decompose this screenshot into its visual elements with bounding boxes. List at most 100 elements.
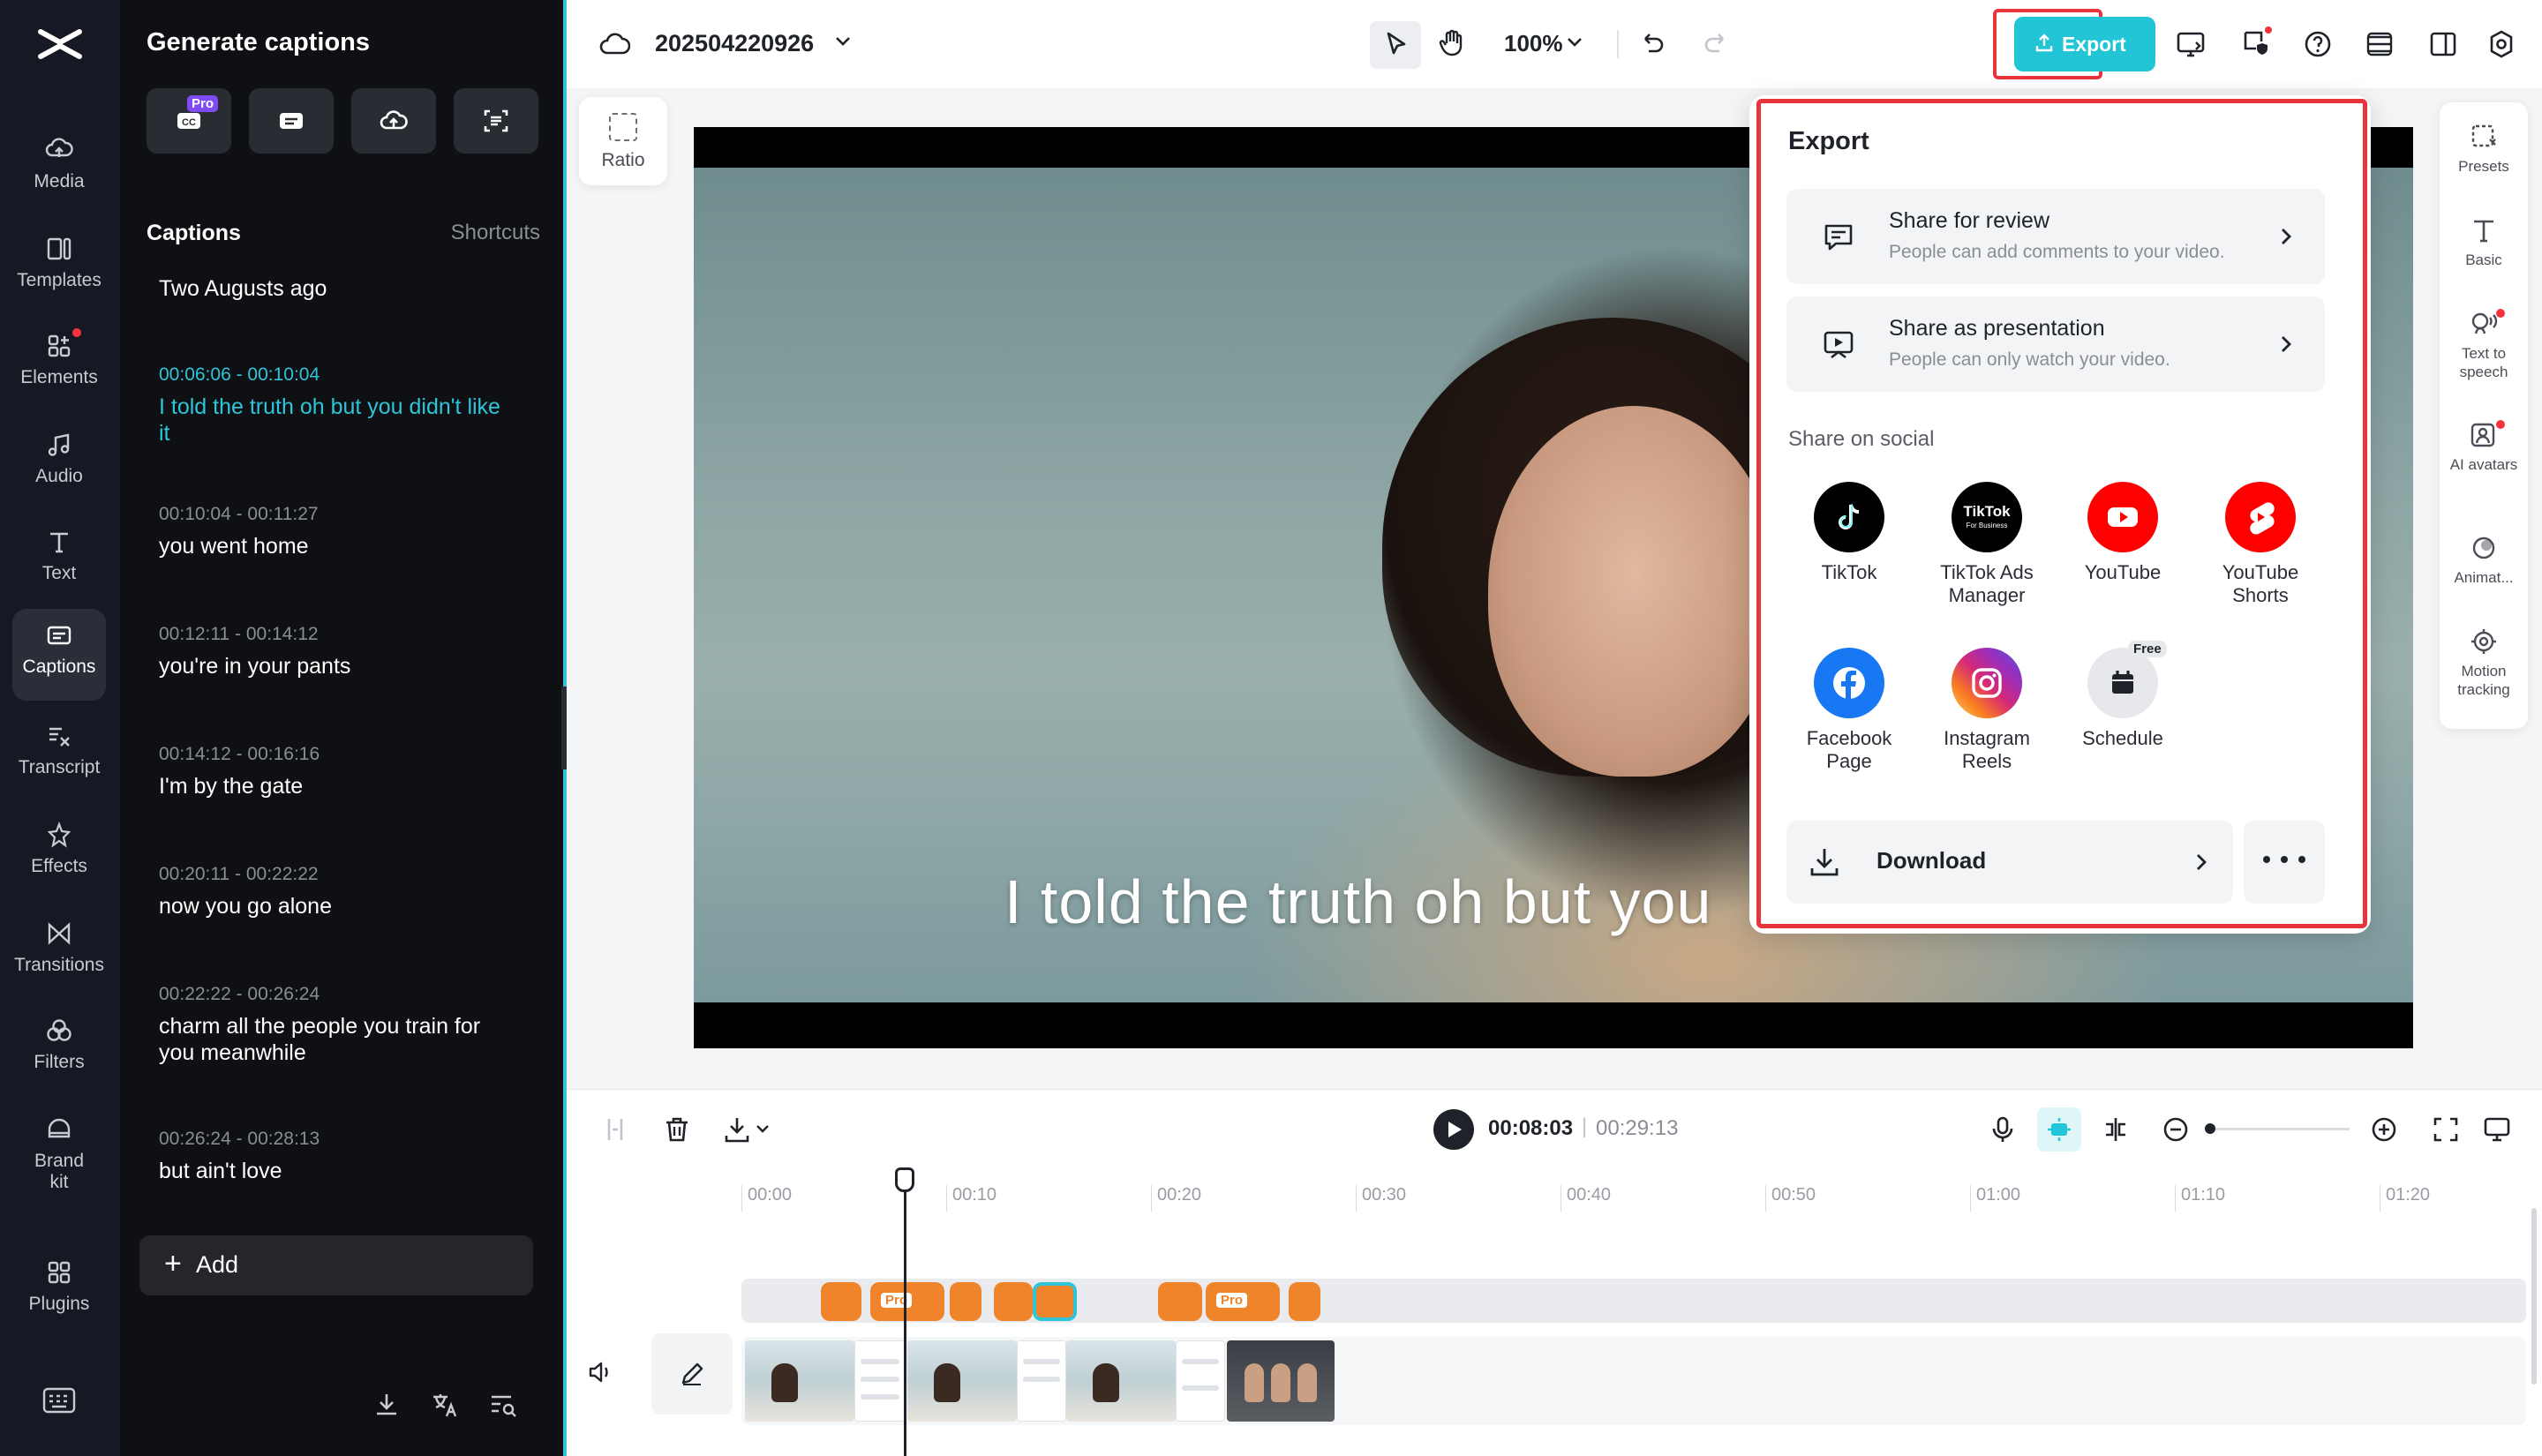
video-subtitle[interactable]: I told the truth oh but you (1004, 867, 1711, 937)
share-for-review-option[interactable]: Share for review People can add comments… (1786, 189, 2325, 284)
zoom-slider-knob[interactable] (2205, 1123, 2215, 1134)
time-ruler[interactable]: 00:00 00:10 00:20 00:30 00:40 00:50 01:0… (567, 1167, 2542, 1220)
rail-item-captions[interactable]: Captions (12, 609, 106, 701)
caption-clip[interactable] (1289, 1282, 1320, 1321)
download-icon[interactable] (371, 1389, 402, 1421)
caption-item-active[interactable]: 00:06:06 - 00:10:04 I told the truth oh … (159, 364, 512, 447)
search-replace-icon[interactable] (487, 1389, 519, 1421)
rail-item-elements[interactable]: Elements (12, 319, 106, 411)
playhead[interactable] (904, 1167, 906, 1456)
rail-item-audio[interactable]: Audio (12, 418, 106, 510)
export-button[interactable]: Export (2014, 17, 2155, 71)
caption-clip[interactable]: Pro (1206, 1282, 1280, 1321)
caption-item[interactable]: 00:14:12 - 00:16:16 I'm by the gate (159, 743, 512, 799)
tool-motion-tracking[interactable]: Motion tracking (2440, 627, 2528, 699)
delete-icon[interactable] (662, 1115, 692, 1145)
shield-check-icon[interactable] (2240, 26, 2272, 58)
caption-clip[interactable] (994, 1282, 1033, 1321)
caption-clip[interactable] (821, 1282, 861, 1321)
undo-icon[interactable] (1636, 28, 1668, 60)
playhead-handle[interactable] (895, 1167, 914, 1192)
tool-presets[interactable]: Presets (2440, 122, 2528, 176)
zoom-chevron-down-icon[interactable] (1564, 32, 1585, 53)
caption-clip[interactable] (950, 1282, 981, 1321)
share-as-presentation-option[interactable]: Share as presentation People can only wa… (1786, 296, 2325, 392)
zoom-out-icon[interactable] (2161, 1115, 2191, 1145)
share-youtube-shorts[interactable]: YouTube Shorts (2194, 482, 2327, 607)
pointer-icon[interactable] (1380, 29, 1412, 61)
track-volume-icon[interactable] (586, 1358, 614, 1386)
rail-item-transitions[interactable]: Transitions (12, 907, 106, 999)
caption-item[interactable]: 00:10:04 - 00:11:27 you went home (159, 503, 512, 559)
rail-item-transcript[interactable]: Transcript (12, 709, 106, 801)
rail-item-templates[interactable]: Templates (12, 222, 106, 314)
hand-icon[interactable] (1437, 27, 1469, 59)
translate-icon[interactable] (429, 1389, 461, 1421)
zoom-level[interactable]: 100% (1504, 30, 1563, 57)
rail-item-brand-kit[interactable]: Brand kit (12, 1103, 106, 1212)
caption-text[interactable]: you went home (159, 533, 512, 559)
caption-text[interactable]: now you go alone (159, 893, 512, 919)
caption-text[interactable]: you're in your pants (159, 653, 512, 679)
caption-item[interactable]: 00:12:11 - 00:14:12 you're in your pants (159, 623, 512, 679)
share-instagram-reels[interactable]: Instagram Reels (1921, 648, 2053, 773)
split-icon[interactable] (600, 1115, 630, 1145)
add-caption-button[interactable]: + Add (139, 1235, 533, 1295)
auto-snap-icon[interactable] (2044, 1115, 2074, 1145)
zoom-in-icon[interactable] (2369, 1115, 2399, 1145)
present-icon[interactable] (2175, 28, 2207, 60)
rail-item-effects[interactable]: Effects (12, 808, 106, 900)
tool-basic[interactable]: Basic (2440, 215, 2528, 269)
upload-captions-button[interactable] (351, 88, 436, 154)
share-tiktok[interactable]: TikTok (1783, 482, 1915, 584)
share-tiktok-ads-manager[interactable]: TikTok For Business TikTok Ads Manager (1921, 482, 2053, 607)
split-screen-icon[interactable] (2101, 1115, 2131, 1145)
tool-text-to-speech[interactable]: Text to speech (2440, 309, 2528, 381)
chevron-down-icon[interactable] (831, 30, 854, 53)
caption-text[interactable]: I told the truth oh but you didn't like … (159, 394, 512, 447)
caption-clip[interactable]: Pro (870, 1282, 944, 1321)
edit-track-button[interactable] (651, 1333, 733, 1415)
caption-item[interactable]: 00:20:11 - 00:22:22 now you go alone (159, 863, 512, 919)
rail-item-media[interactable]: Media (12, 124, 106, 215)
fit-timeline-icon[interactable] (2431, 1115, 2461, 1145)
shortcuts-link[interactable]: Shortcuts (451, 221, 540, 245)
cloud-sync-icon[interactable] (598, 28, 630, 60)
timeline-scrollbar[interactable] (2531, 1208, 2537, 1385)
layers-icon[interactable] (2364, 28, 2395, 60)
manual-captions-button[interactable] (249, 88, 334, 154)
chevron-down-icon[interactable] (754, 1120, 771, 1137)
caption-clip[interactable] (1158, 1282, 1202, 1321)
keyboard-icon[interactable] (42, 1387, 76, 1414)
caption-clip-selected[interactable] (1033, 1282, 1077, 1321)
play-button[interactable] (1433, 1109, 1474, 1150)
redo-icon[interactable] (1700, 28, 1732, 60)
project-name[interactable]: 202504220926 (655, 30, 814, 57)
recognize-captions-button[interactable] (454, 88, 538, 154)
rail-item-filters[interactable]: Filters (12, 1004, 106, 1096)
caption-text[interactable]: Two Augusts ago (159, 275, 512, 302)
tool-ai-avatars[interactable]: AI avatars (2440, 420, 2528, 474)
microphone-icon[interactable] (1988, 1115, 2018, 1145)
caption-text[interactable]: I'm by the gate (159, 773, 512, 799)
zoom-slider-track[interactable] (2208, 1128, 2350, 1130)
panel-layout-icon[interactable] (2427, 28, 2459, 60)
more-options-button[interactable] (2244, 821, 2325, 904)
rail-item-plugins[interactable]: Plugins (12, 1246, 106, 1338)
caption-text[interactable]: but ain't love (159, 1158, 512, 1184)
caption-item[interactable]: 00:26:24 - 00:28:13 but ain't love (159, 1128, 512, 1184)
caption-item[interactable]: 00:22:22 - 00:26:24 charm all the people… (159, 983, 512, 1066)
rail-item-text[interactable]: Text (12, 515, 106, 607)
export-clip-icon[interactable] (722, 1115, 752, 1145)
share-youtube[interactable]: YouTube (2057, 482, 2189, 584)
tool-animation[interactable]: Animat... (2440, 533, 2528, 587)
download-option[interactable]: Download (1786, 821, 2233, 904)
caption-item[interactable]: Two Augusts ago (159, 275, 512, 302)
share-facebook-page[interactable]: Facebook Page (1783, 648, 1915, 773)
schedule-post[interactable]: Free Schedule (2057, 641, 2189, 750)
timeline-preview-icon[interactable] (2482, 1115, 2512, 1145)
auto-captions-button[interactable]: CC Pro (147, 88, 231, 154)
ratio-button[interactable]: Ratio (579, 97, 667, 185)
settings-icon[interactable] (2486, 28, 2517, 60)
help-icon[interactable] (2302, 28, 2334, 60)
